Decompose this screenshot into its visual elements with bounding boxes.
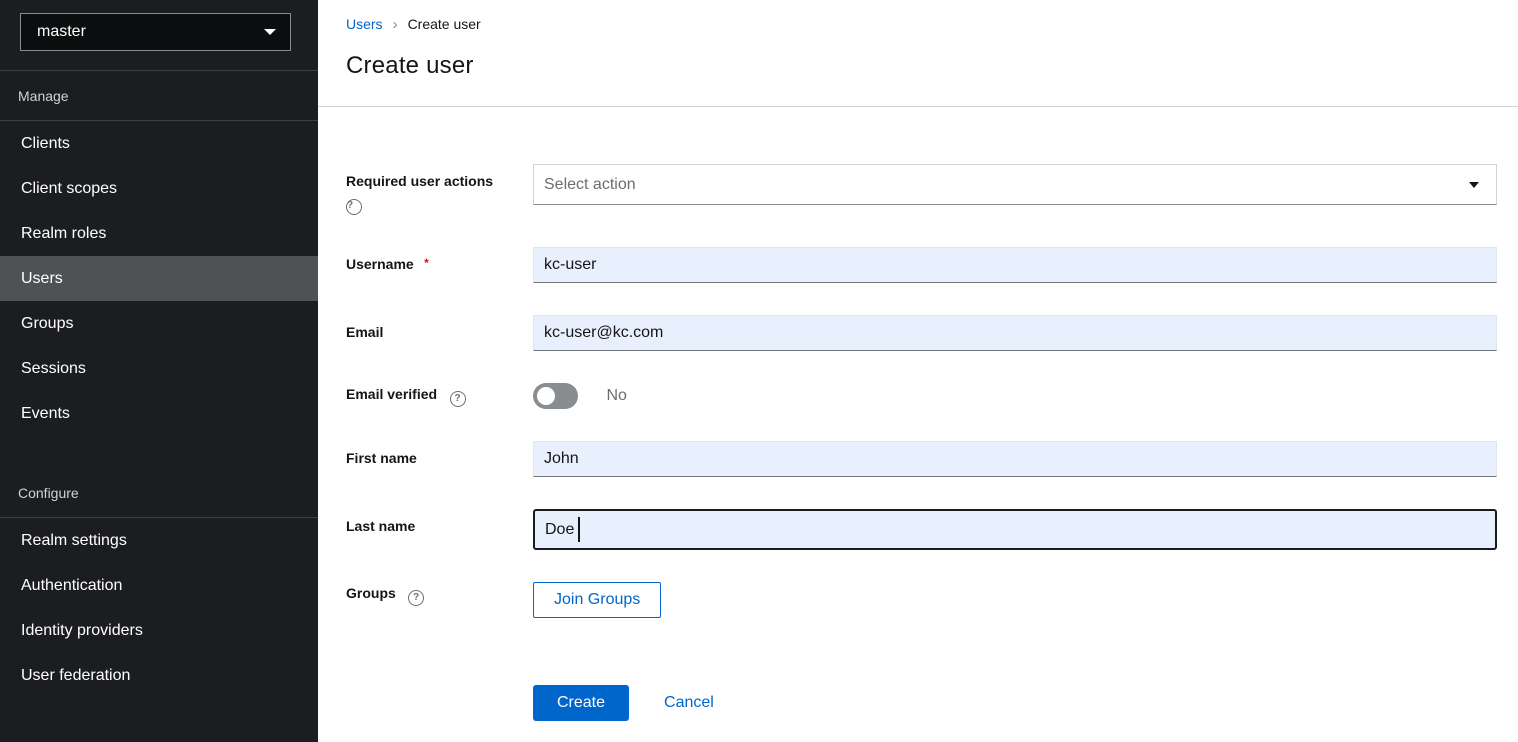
sidebar-item-events[interactable]: Events <box>0 391 318 436</box>
field-row-last-name: Last name <box>346 509 1497 550</box>
email-input[interactable] <box>533 315 1497 351</box>
sidebar-item-users[interactable]: Users <box>0 256 318 301</box>
help-icon[interactable]: ? <box>346 199 362 215</box>
required-user-actions-label: Required user actions <box>346 173 493 189</box>
email-verified-state: No <box>606 387 626 404</box>
toggle-knob <box>537 387 555 405</box>
last-name-label: Last name <box>346 518 415 534</box>
create-user-form: Required user actions ? Select action Us… <box>318 107 1518 721</box>
caret-down-icon <box>1469 182 1479 188</box>
field-row-email-verified: Email verified ? No <box>346 383 1497 409</box>
page-title: Create user <box>346 52 1518 80</box>
help-icon[interactable]: ? <box>450 391 466 407</box>
input-col <box>533 441 1497 477</box>
realm-selector-dropdown[interactable]: master <box>20 13 291 51</box>
field-row-first-name: First name <box>346 441 1497 477</box>
username-label: Username <box>346 256 414 272</box>
nav-section-title-configure: Configure <box>0 468 318 518</box>
field-row-required-user-actions: Required user actions ? Select action <box>346 164 1497 215</box>
sidebar-item-authentication[interactable]: Authentication <box>0 563 318 608</box>
realm-selector-area: master <box>0 0 318 71</box>
input-col <box>533 315 1497 351</box>
form-actions: Create Cancel <box>533 685 1497 721</box>
sidebar-item-identity-providers[interactable]: Identity providers <box>0 608 318 653</box>
input-col: Join Groups <box>533 582 1497 618</box>
input-col: Select action <box>533 164 1497 205</box>
nav-section-manage: Manage Clients Client scopes Realm roles… <box>0 71 318 436</box>
field-row-username: Username * <box>346 247 1497 283</box>
label-col: Groups ? <box>346 582 533 606</box>
label-col: Username * <box>346 247 533 274</box>
create-button[interactable]: Create <box>533 685 629 721</box>
sidebar-item-realm-settings[interactable]: Realm settings <box>0 518 318 563</box>
field-row-groups: Groups ? Join Groups <box>346 582 1497 618</box>
sidebar-item-client-scopes[interactable]: Client scopes <box>0 166 318 211</box>
sidebar-item-sessions[interactable]: Sessions <box>0 346 318 391</box>
input-col <box>533 247 1497 283</box>
sidebar-item-groups[interactable]: Groups <box>0 301 318 346</box>
input-col: No <box>533 383 1497 409</box>
groups-label: Groups <box>346 585 396 601</box>
first-name-input[interactable] <box>533 441 1497 477</box>
label-col: Email <box>346 315 533 342</box>
username-input[interactable] <box>533 247 1497 283</box>
label-col: Email verified ? <box>346 383 533 407</box>
breadcrumb-separator-icon: › <box>393 17 398 32</box>
select-placeholder: Select action <box>544 176 636 194</box>
last-name-input[interactable] <box>533 509 1497 550</box>
nav-list-manage: Clients Client scopes Realm roles Users … <box>0 121 318 436</box>
first-name-label: First name <box>346 450 417 466</box>
label-col: Last name <box>346 509 533 536</box>
label-col: Required user actions ? <box>346 164 533 215</box>
email-label: Email <box>346 324 383 340</box>
sidebar-item-clients[interactable]: Clients <box>0 121 318 166</box>
breadcrumb: Users › Create user <box>346 16 1518 32</box>
breadcrumb-current: Create user <box>408 16 481 32</box>
input-col <box>533 509 1497 550</box>
required-user-actions-select[interactable]: Select action <box>533 164 1497 205</box>
label-col: First name <box>346 441 533 468</box>
sidebar-item-realm-roles[interactable]: Realm roles <box>0 211 318 256</box>
breadcrumb-link-users[interactable]: Users <box>346 16 383 32</box>
join-groups-button[interactable]: Join Groups <box>533 582 661 618</box>
nav-section-configure: Configure Realm settings Authentication … <box>0 468 318 698</box>
help-icon[interactable]: ? <box>408 590 424 606</box>
page-header: Users › Create user Create user <box>318 0 1518 107</box>
realm-selector-value: master <box>37 23 86 41</box>
cancel-link[interactable]: Cancel <box>664 694 714 712</box>
field-row-email: Email <box>346 315 1497 351</box>
main-content: Users › Create user Create user Required… <box>318 0 1518 742</box>
nav-section-title-manage: Manage <box>0 71 318 121</box>
email-verified-label: Email verified <box>346 386 437 402</box>
sidebar: master Manage Clients Client scopes Real… <box>0 0 318 742</box>
nav-list-configure: Realm settings Authentication Identity p… <box>0 518 318 698</box>
required-asterisk: * <box>424 256 429 270</box>
caret-down-icon <box>264 29 276 35</box>
email-verified-toggle[interactable] <box>533 383 578 409</box>
sidebar-item-user-federation[interactable]: User federation <box>0 653 318 698</box>
